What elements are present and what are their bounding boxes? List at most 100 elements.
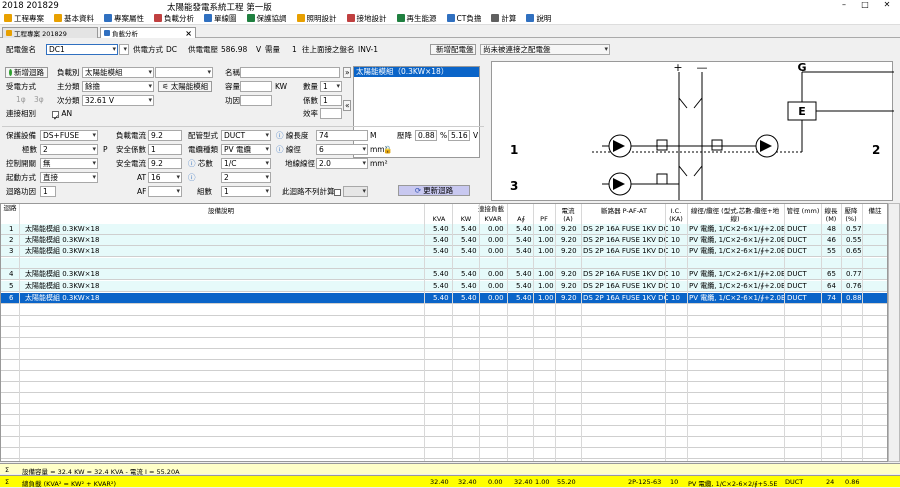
parallel-select[interactable]: 2 <box>221 172 271 183</box>
table-row-empty[interactable] <box>1 393 887 404</box>
menu-item[interactable]: 工程專案 <box>4 13 44 24</box>
phase-1-radio[interactable]: 1φ <box>16 94 26 105</box>
at-select[interactable]: 16 <box>148 172 182 183</box>
load-subtype-select[interactable] <box>155 67 213 78</box>
table-row[interactable]: 5 太陽能模組 0.3KW×18 5.40 5.40 0.00 5.40 1.00 9.20 D… <box>1 281 887 292</box>
cell-no: 3 <box>9 247 14 255</box>
eff-input[interactable] <box>320 108 342 119</box>
table-row[interactable]: 2 太陽能模組 0.3KW×18 5.40 5.40 0.00 5.40 1.00 9.20 D… <box>1 235 887 246</box>
safe-current-input[interactable]: 9.2 <box>148 158 182 169</box>
table-row[interactable]: 1 太陽能模組 0.3KW×18 5.40 5.40 0.00 5.40 1.00 9.20 D… <box>1 224 887 235</box>
load-category-select[interactable]: 太陽能模組 <box>82 67 154 78</box>
menu-item[interactable]: 負載分析 <box>154 13 194 24</box>
core-select[interactable]: 1/C <box>221 158 271 169</box>
total-length: 24 <box>826 478 835 486</box>
coef-input[interactable]: 1 <box>320 95 342 106</box>
sub-cat-select[interactable]: 32.61 V <box>82 95 154 106</box>
voltage-value: 586.98 <box>221 45 248 54</box>
prot-select[interactable]: DS+FUSE <box>40 130 98 141</box>
close-button[interactable]: ✕ <box>877 0 897 9</box>
pf-label: 功因 <box>225 96 240 105</box>
table-row-empty[interactable] <box>1 437 887 448</box>
sub-cat-label: 次分類 <box>57 96 80 105</box>
add-board-button[interactable]: 新增配電盤 <box>430 44 476 55</box>
table-row-empty[interactable] <box>1 371 887 382</box>
cell-pf: 1.00 <box>538 282 554 290</box>
table-row-empty[interactable] <box>1 459 887 461</box>
table-row-empty[interactable] <box>1 415 887 426</box>
menu-item[interactable]: 說明 <box>526 13 551 24</box>
menu-item-label: 照明設計 <box>306 13 337 23</box>
tab-close-icon[interactable]: × <box>185 29 192 38</box>
start-select[interactable]: 直接 <box>40 172 98 183</box>
table-row[interactable]: 3 太陽能模組 0.3KW×18 5.40 5.40 0.00 5.40 1.00 9.20 D… <box>1 246 887 257</box>
at-label: AT <box>137 173 147 182</box>
exclude-checkbox[interactable] <box>334 186 341 197</box>
ground-select[interactable]: 2.0 <box>316 158 368 169</box>
table-row-empty[interactable] <box>1 316 887 327</box>
cable-type-select[interactable]: PV 電纜 <box>221 144 271 155</box>
safety-input[interactable]: 1 <box>148 144 182 155</box>
table-row-empty[interactable] <box>1 404 887 415</box>
ctrl-select[interactable]: 無 <box>40 158 98 169</box>
cell-kvar: 0.00 <box>488 294 504 302</box>
capacity-input[interactable] <box>240 81 272 92</box>
menu-item[interactable]: 計算 <box>491 13 516 24</box>
safe-current-label: 安全電流 <box>116 159 146 168</box>
exclude-select[interactable] <box>343 186 368 197</box>
table-scrollbar[interactable] <box>888 203 900 462</box>
menu-item[interactable]: 照明設計 <box>296 13 337 24</box>
update-circuit-button[interactable]: ⟳ 更新迴路 <box>398 185 470 196</box>
demand-label: 需量 <box>265 45 280 54</box>
name-input[interactable] <box>240 67 340 78</box>
menu-item[interactable]: 保護協調 <box>246 13 287 24</box>
qty-select[interactable]: 1 <box>320 81 342 92</box>
solar-module-button[interactable]: ⚟ 太陽能模組 <box>158 81 212 92</box>
table-row-empty[interactable] <box>1 327 887 338</box>
menu-item[interactable]: 基本資料 <box>54 13 94 24</box>
table-row-empty[interactable] <box>1 448 887 459</box>
menu-item[interactable]: 接地設計 <box>346 13 387 24</box>
board-dropdown-button[interactable] <box>119 44 129 55</box>
lock-icon[interactable]: 🔒 <box>383 144 392 155</box>
remove-from-list-button[interactable]: « <box>343 100 351 111</box>
poles-select[interactable]: 2 <box>40 144 98 155</box>
main-cat-select[interactable]: 餘擔 <box>82 81 154 92</box>
phase-3-radio[interactable]: 3φ <box>34 94 44 105</box>
pf-input[interactable] <box>240 95 272 106</box>
list-item[interactable]: 太陽能模組（0.3KW×18） <box>354 67 479 77</box>
length-input[interactable]: 74 <box>316 130 368 141</box>
tab-project[interactable]: 工程專案 201829 <box>2 27 98 38</box>
maximize-button[interactable]: □ <box>855 0 875 9</box>
table-row-empty[interactable] <box>1 349 887 360</box>
menu-item[interactable]: 單線圖 <box>204 13 237 24</box>
an-checkbox[interactable]: ✓ AN <box>52 108 72 122</box>
unconnected-board-select[interactable]: 尚未被連接之配電盤 <box>480 44 610 55</box>
cell-vd: 0.77 <box>846 270 862 278</box>
pipe-type-select[interactable]: DUCT <box>221 130 271 141</box>
cell-kva: 5.40 <box>433 270 449 278</box>
add-to-list-button[interactable]: » <box>343 67 351 78</box>
menu-item[interactable]: 專案屬性 <box>104 13 144 24</box>
tab-analysis[interactable]: 負載分析 × <box>100 27 196 38</box>
minimize-button[interactable]: – <box>834 0 854 9</box>
table-row-empty[interactable] <box>1 426 887 437</box>
table-row-empty[interactable] <box>1 360 887 371</box>
menu-item[interactable]: CT負擔 <box>446 13 481 24</box>
af-select[interactable] <box>148 186 182 197</box>
add-circuit-button[interactable]: 新增迴路 <box>5 67 48 78</box>
table-row[interactable]: 4 太陽能模組 0.3KW×18 5.40 5.40 0.00 5.40 1.00 9.20 D… <box>1 269 887 280</box>
table-row-blank[interactable] <box>1 258 887 269</box>
table-row-empty[interactable] <box>1 382 887 393</box>
size-select[interactable]: 6 <box>316 144 368 155</box>
menu-item[interactable]: 再生能源 <box>396 13 437 24</box>
cell-pf: 1.00 <box>538 247 554 255</box>
cell-ic: 10 <box>671 294 680 302</box>
load-current-input[interactable]: 9.2 <box>148 130 182 141</box>
table-row[interactable]: 6 太陽能模組 0.3KW×18 5.40 5.40 0.00 5.40 1.00 9.20 D… <box>1 293 887 304</box>
board-select[interactable]: DC1 <box>46 44 118 55</box>
group-select[interactable]: 1 <box>221 186 271 197</box>
table-row-empty[interactable] <box>1 338 887 349</box>
loop-pf-input[interactable]: 1 <box>40 186 56 197</box>
table-row-empty[interactable] <box>1 305 887 316</box>
